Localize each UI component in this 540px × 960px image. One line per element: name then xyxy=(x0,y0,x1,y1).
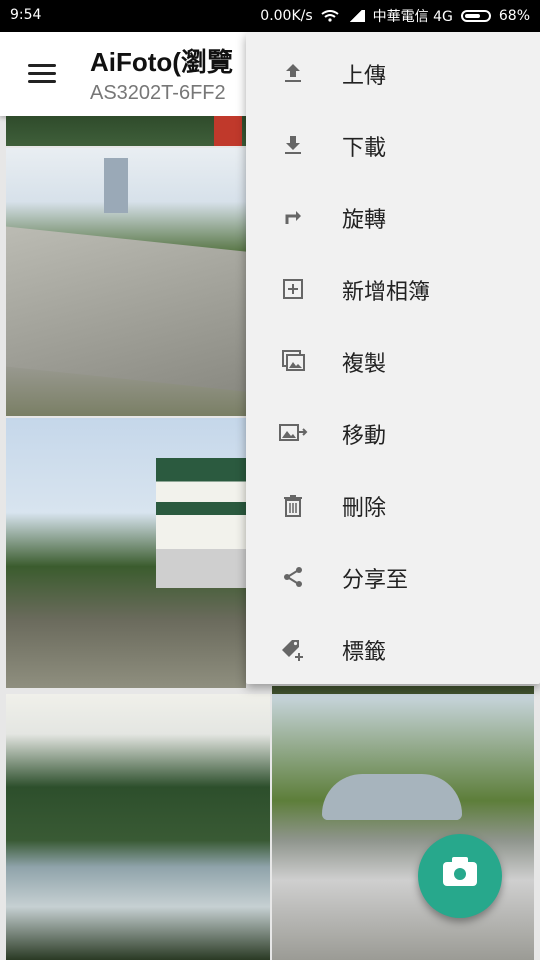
device-subtitle: AS3202T-6FF2 xyxy=(90,82,226,104)
camera-icon xyxy=(443,857,477,886)
menu-item-delete[interactable]: 刪除 xyxy=(246,468,540,540)
upload-icon xyxy=(278,60,308,86)
menu-item-label: 分享至 xyxy=(342,568,409,593)
menu-item-label: 新增相簿 xyxy=(342,280,431,305)
battery-percent: 68% xyxy=(498,8,530,24)
add-album-icon xyxy=(278,276,308,302)
photo-thumbnail-edge xyxy=(272,686,534,694)
photo-thumbnail[interactable] xyxy=(6,418,246,688)
copy-icon xyxy=(278,348,308,374)
wifi-icon xyxy=(321,10,339,22)
menu-item-move[interactable]: 移動 xyxy=(246,396,540,468)
move-icon xyxy=(278,420,308,446)
photo-thumbnail[interactable] xyxy=(6,694,270,960)
photo-thumbnail[interactable] xyxy=(6,116,246,146)
menu-item-label: 複製 xyxy=(342,352,387,377)
menu-item-upload[interactable]: 上傳 xyxy=(246,36,540,108)
menu-item-tag[interactable]: 標籤 xyxy=(246,612,540,684)
overflow-menu: 上傳 下載 旋轉 新增相簿 複製 移動 刪除 分享至 標籤 xyxy=(246,32,540,684)
tag-icon xyxy=(278,636,308,662)
menu-item-copy[interactable]: 複製 xyxy=(246,324,540,396)
download-icon xyxy=(278,132,308,158)
menu-item-download[interactable]: 下載 xyxy=(246,108,540,180)
menu-item-share[interactable]: 分享至 xyxy=(246,540,540,612)
photo-thumbnail[interactable] xyxy=(272,694,534,960)
delete-icon xyxy=(278,492,308,518)
hamburger-menu-icon[interactable] xyxy=(22,58,62,90)
rotate-icon xyxy=(278,204,308,230)
battery-icon xyxy=(460,10,491,22)
status-right: 0.00K/s 中華電信 4G 68% xyxy=(260,6,530,26)
menu-item-rotate[interactable]: 旋轉 xyxy=(246,180,540,252)
network-speed: 0.00K/s xyxy=(260,8,313,24)
photo-thumbnail[interactable] xyxy=(6,148,246,416)
menu-item-label: 下載 xyxy=(342,136,387,161)
menu-item-label: 刪除 xyxy=(342,496,387,521)
menu-item-label: 移動 xyxy=(342,424,387,449)
page-title: AiFoto(瀏覽 xyxy=(90,47,233,77)
status-time: 9:54 xyxy=(10,7,42,23)
menu-item-label: 旋轉 xyxy=(342,208,387,233)
photo-thumbnail-edge xyxy=(214,116,242,146)
menu-item-label: 上傳 xyxy=(342,64,387,89)
signal-icon xyxy=(346,10,365,22)
carrier-label: 中華電信 4G xyxy=(372,9,453,25)
camera-fab-button[interactable] xyxy=(418,834,502,918)
menu-item-new-album[interactable]: 新增相簿 xyxy=(246,252,540,324)
menu-item-label: 標籤 xyxy=(342,640,387,665)
share-icon xyxy=(278,564,308,590)
status-bar: 9:54 0.00K/s 中華電信 4G 68% xyxy=(0,0,540,32)
